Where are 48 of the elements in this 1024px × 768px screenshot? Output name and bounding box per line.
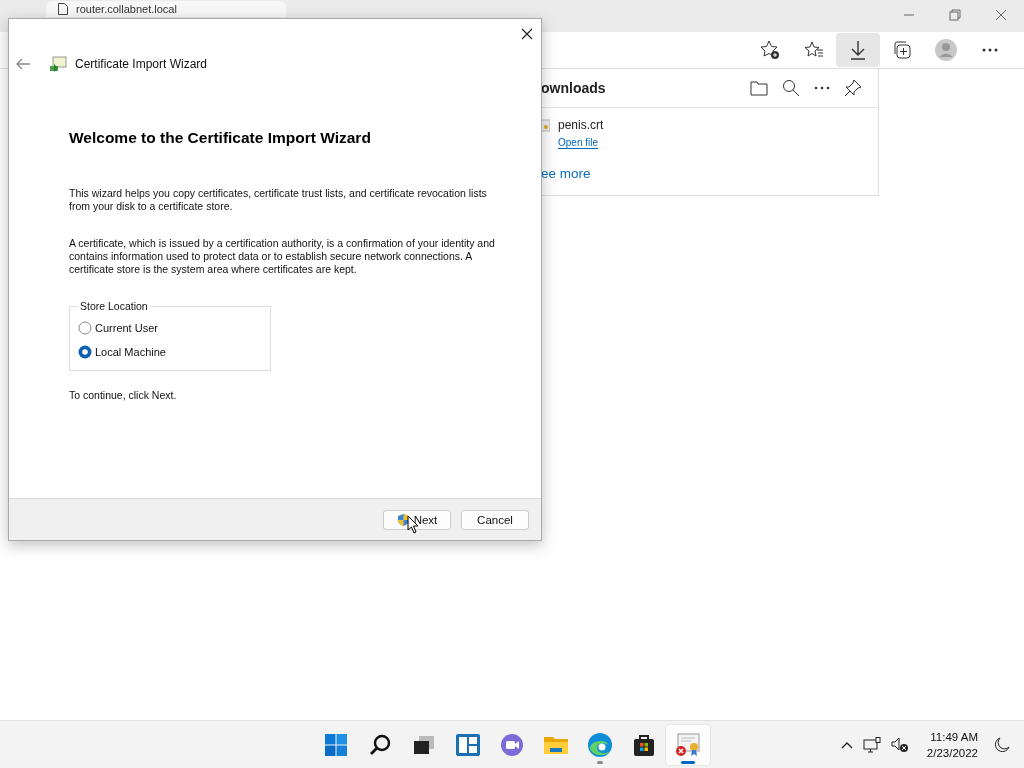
chat-icon[interactable] bbox=[499, 732, 525, 757]
search-icon[interactable] bbox=[368, 732, 392, 757]
pin-icon[interactable] bbox=[844, 79, 862, 97]
radio-label[interactable]: Local Machine bbox=[95, 346, 166, 358]
certificate-icon[interactable] bbox=[675, 732, 701, 757]
browser-tab[interactable]: router.collabnet.local bbox=[46, 1, 286, 17]
search-icon[interactable] bbox=[782, 79, 800, 97]
clock-date[interactable]: 2/23/2022 bbox=[926, 744, 978, 761]
chevron-up-icon[interactable] bbox=[840, 740, 853, 749]
wizard-heading: Welcome to the Certificate Import Wizard bbox=[69, 129, 372, 147]
instruction-text: To continue, click Next. bbox=[69, 389, 178, 402]
network-icon[interactable] bbox=[862, 736, 881, 753]
more-icon[interactable] bbox=[982, 48, 998, 52]
radio-label[interactable]: Current User bbox=[95, 322, 158, 334]
window-title: Certificate Import Wizard bbox=[75, 57, 208, 71]
open-file-link[interactable]: Open file bbox=[558, 137, 599, 149]
radio-button[interactable] bbox=[78, 321, 92, 335]
see-more-link[interactable]: ee more bbox=[541, 166, 878, 181]
edge-icon[interactable] bbox=[587, 731, 613, 758]
radio-button[interactable] bbox=[78, 345, 92, 359]
close-icon[interactable] bbox=[521, 28, 533, 40]
file-name: penis.crt bbox=[558, 118, 604, 132]
page-icon bbox=[58, 3, 68, 15]
more-icon[interactable] bbox=[814, 86, 830, 90]
running-indicator bbox=[681, 760, 695, 764]
running-indicator bbox=[597, 760, 603, 764]
back-arrow-icon[interactable] bbox=[15, 58, 31, 70]
certificate-icon bbox=[49, 56, 67, 72]
restore-icon[interactable] bbox=[949, 9, 961, 21]
collections-icon[interactable] bbox=[892, 40, 912, 60]
widgets-icon[interactable] bbox=[455, 732, 481, 757]
favorites-icon[interactable] bbox=[804, 40, 824, 60]
folder-icon[interactable] bbox=[750, 80, 768, 96]
store-icon[interactable] bbox=[632, 732, 656, 757]
description-text: A certificate, which is issued by a certification authority, is a confirmation of your identity and contains information used to protect data or to establish secure network connections. A certificate store is the system area where certificates are kept. bbox=[69, 237, 496, 276]
panel-title: ownloads bbox=[541, 80, 606, 96]
description-text: This wizard helps you copy certificates, certificate trust lists, and certificate revocation lists from your disk to a certificate store. bbox=[69, 187, 488, 213]
clock-time[interactable]: 11:49 AM bbox=[930, 728, 978, 745]
next-button[interactable]: Next bbox=[383, 509, 451, 530]
moon-icon[interactable] bbox=[994, 736, 1010, 753]
download-icon[interactable] bbox=[849, 40, 867, 60]
group-label: Store Location bbox=[79, 300, 149, 312]
avatar-icon[interactable] bbox=[934, 38, 958, 62]
start-icon[interactable] bbox=[324, 732, 348, 757]
volume-muted-icon[interactable] bbox=[890, 736, 909, 753]
cancel-button[interactable]: Cancel bbox=[461, 509, 529, 530]
add-favorite-icon[interactable] bbox=[760, 40, 780, 60]
shield-icon bbox=[396, 512, 410, 527]
